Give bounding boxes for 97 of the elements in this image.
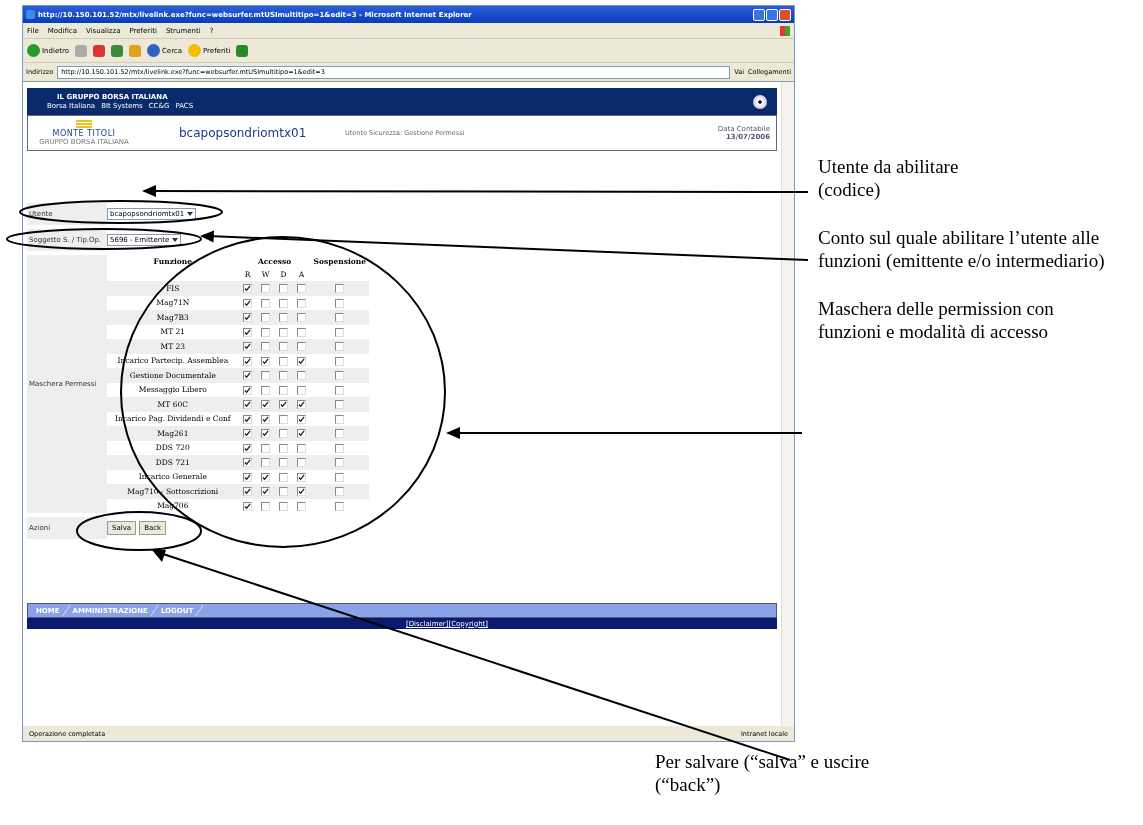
access-checkbox[interactable] [279,385,289,395]
suspension-checkbox[interactable] [335,443,345,453]
access-checkbox[interactable] [243,429,253,438]
access-checkbox[interactable] [243,284,253,293]
annotation-text: Per salvare (“salva” e uscire (“back”) [655,750,871,796]
access-checkbox[interactable] [279,284,289,293]
access-checkbox[interactable] [243,458,253,467]
access-checkbox[interactable] [243,371,253,380]
access-checkbox[interactable] [279,400,289,409]
access-checkbox[interactable] [261,501,271,511]
suspension-checkbox[interactable] [335,342,345,351]
toolbar-icon[interactable] [236,44,249,57]
access-checkbox[interactable] [279,313,289,322]
access-checkbox[interactable] [261,342,271,351]
suspension-checkbox[interactable] [335,458,345,467]
access-checkbox[interactable] [279,472,289,482]
annotation-text: Conto sul quale abilitare l’utente alle funzioni (emittente e/o intermediario) [818,226,1106,272]
logo-stripes-icon [76,120,92,129]
access-checkbox[interactable] [243,414,253,424]
suspension-checkbox[interactable] [335,371,345,380]
access-checkbox[interactable] [261,385,271,395]
access-checkbox[interactable] [297,298,307,308]
access-checkbox[interactable] [279,487,289,496]
access-checkbox[interactable] [297,443,307,453]
access-checkbox[interactable] [297,458,307,467]
disc-icon[interactable] [753,94,767,109]
access-checkbox[interactable] [279,298,289,308]
access-checkbox[interactable] [243,298,253,308]
access-checkbox[interactable] [279,458,289,467]
access-checkbox[interactable] [279,443,289,453]
access-checkbox[interactable] [261,327,271,337]
access-checkbox[interactable] [243,400,253,409]
suspension-checkbox[interactable] [335,414,345,424]
access-checkbox[interactable] [279,429,289,438]
access-checkbox[interactable] [261,313,271,322]
access-checkbox[interactable] [297,501,307,511]
access-checkbox[interactable] [243,385,253,395]
access-checkbox[interactable] [261,371,271,380]
access-checkbox[interactable] [243,501,253,511]
suspension-checkbox[interactable] [335,429,345,438]
logo-text: MONTE TITOLI [52,129,116,138]
suspension-checkbox[interactable] [335,501,345,511]
access-checkbox[interactable] [261,356,271,366]
toolbar-icon[interactable] [110,44,123,57]
suspension-checkbox[interactable] [335,472,345,482]
access-checkbox[interactable] [243,342,253,351]
user-name: bcapopsondriomtx01 [179,126,308,140]
access-checkbox[interactable] [297,284,307,293]
scrollbar[interactable] [781,82,794,726]
suspension-checkbox[interactable] [335,356,345,366]
maximize-icon[interactable] [766,8,778,21]
suspension-checkbox[interactable] [335,400,345,409]
access-checkbox[interactable] [261,487,271,496]
access-checkbox[interactable] [261,400,271,409]
access-checkbox[interactable] [297,342,307,351]
toolbar-icon[interactable] [74,44,87,57]
close-icon[interactable] [779,8,791,21]
access-checkbox[interactable] [279,414,289,424]
access-checkbox[interactable] [297,313,307,322]
access-checkbox[interactable] [297,414,307,424]
access-checkbox[interactable] [261,298,271,308]
access-checkbox[interactable] [297,472,307,482]
access-checkbox[interactable] [297,487,307,496]
access-checkbox[interactable] [297,400,307,409]
suspension-checkbox[interactable] [335,487,345,496]
access-checkbox[interactable] [261,284,271,293]
access-checkbox[interactable] [297,429,307,438]
access-checkbox[interactable] [297,385,307,395]
suspension-checkbox[interactable] [335,313,345,322]
access-checkbox[interactable] [243,443,253,453]
access-checkbox[interactable] [261,429,271,438]
access-checkbox[interactable] [279,356,289,366]
suspension-checkbox[interactable] [335,327,345,337]
access-checkbox[interactable] [297,327,307,337]
access-checkbox[interactable] [261,458,271,467]
annotation-text: Utente da abilitare (codice) [818,155,960,201]
access-checkbox[interactable] [243,313,253,322]
access-checkbox[interactable] [279,371,289,380]
access-checkbox[interactable] [243,487,253,496]
access-checkbox[interactable] [297,371,307,380]
access-checkbox[interactable] [297,356,307,366]
access-checkbox[interactable] [243,472,253,482]
access-checkbox[interactable] [279,342,289,351]
suspension-checkbox[interactable] [335,284,345,293]
toolbar-icon[interactable] [92,44,105,57]
suspension-checkbox[interactable] [335,298,345,308]
annotation-text: Maschera delle permission con funzioni e modalità di accesso [818,297,1055,343]
access-checkbox[interactable] [279,327,289,337]
access-checkbox[interactable] [261,414,271,424]
toolbar-icon[interactable] [128,44,141,57]
access-checkbox[interactable] [243,327,253,337]
suspension-checkbox[interactable] [335,385,345,395]
access-checkbox[interactable] [243,356,253,366]
access-checkbox[interactable] [279,501,289,511]
minimize-icon[interactable] [753,8,765,21]
access-checkbox[interactable] [261,472,271,482]
access-checkbox[interactable] [261,443,271,453]
